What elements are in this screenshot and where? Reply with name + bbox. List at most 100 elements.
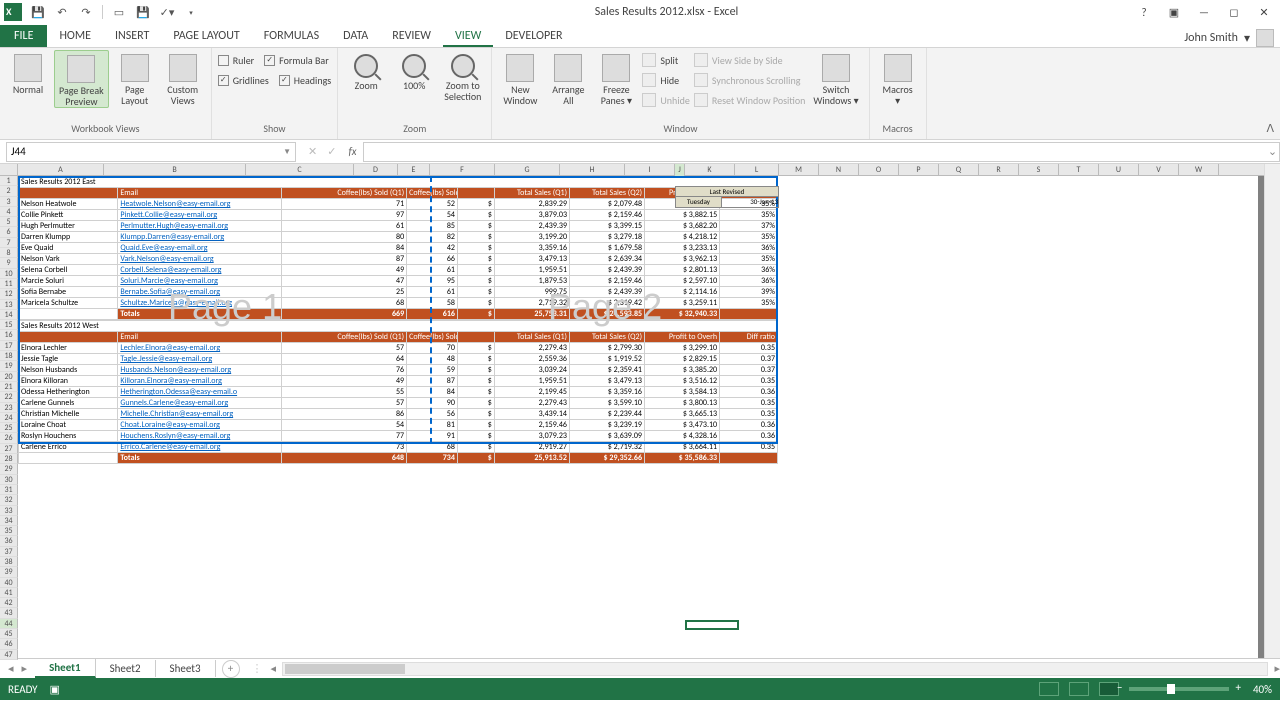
- column-header[interactable]: S: [1019, 164, 1059, 176]
- column-header[interactable]: E: [398, 164, 430, 176]
- hide-button[interactable]: Hide: [642, 70, 689, 90]
- column-header[interactable]: T: [1059, 164, 1099, 176]
- save-as-icon[interactable]: 💾: [135, 4, 151, 20]
- column-header[interactable]: U: [1099, 164, 1139, 176]
- vertical-scrollbar[interactable]: [1264, 164, 1280, 658]
- minimize-icon[interactable]: —: [1194, 2, 1214, 22]
- tab-file[interactable]: FILE: [0, 25, 47, 47]
- column-header[interactable]: M: [779, 164, 819, 176]
- column-header[interactable]: W: [1179, 164, 1219, 176]
- sheet-tab-1[interactable]: Sheet1: [35, 659, 96, 678]
- row-header[interactable]: 11: [0, 279, 18, 289]
- row-header[interactable]: 27: [0, 444, 18, 454]
- column-header[interactable]: K: [685, 164, 735, 176]
- zoom-to-selection-button[interactable]: Zoom toSelection: [440, 50, 485, 102]
- row-header[interactable]: 8: [0, 248, 18, 258]
- tab-data[interactable]: DATA: [331, 25, 380, 47]
- zoom-level[interactable]: 40%: [1253, 683, 1272, 696]
- row-header[interactable]: 18: [0, 351, 18, 361]
- close-icon[interactable]: ✕: [1254, 2, 1274, 22]
- expand-formula-icon[interactable]: ⌄: [1266, 142, 1280, 162]
- row-header[interactable]: 21: [0, 382, 18, 392]
- row-header[interactable]: 45: [0, 629, 18, 639]
- column-header[interactable]: V: [1139, 164, 1179, 176]
- macros-button[interactable]: Macros▾: [876, 50, 920, 106]
- row-header[interactable]: 16: [0, 330, 18, 340]
- side-by-side-button[interactable]: View Side by Side: [694, 50, 806, 70]
- data-table-east[interactable]: Sales Results 2012 EastEmailCoffee(lbs) …: [18, 176, 778, 320]
- sheet-prev-icon[interactable]: ◂: [8, 662, 14, 675]
- name-box[interactable]: J44▼: [6, 142, 296, 162]
- row-header[interactable]: 28: [0, 454, 18, 464]
- row-header[interactable]: 32: [0, 495, 18, 505]
- zoom-100-button[interactable]: 100%: [392, 50, 436, 91]
- row-header[interactable]: 12: [0, 289, 18, 299]
- column-header[interactable]: C: [246, 164, 354, 176]
- unhide-button[interactable]: Unhide: [642, 90, 689, 110]
- custom-views-button[interactable]: CustomViews: [161, 50, 205, 106]
- row-header[interactable]: 29: [0, 464, 18, 474]
- column-header[interactable]: I: [625, 164, 675, 176]
- sheet-next-icon[interactable]: ▸: [22, 662, 28, 675]
- maximize-icon[interactable]: ◻: [1224, 2, 1244, 22]
- row-header[interactable]: 25: [0, 423, 18, 433]
- row-header[interactable]: 40: [0, 578, 18, 588]
- cancel-formula-icon[interactable]: ✕: [308, 145, 317, 158]
- row-header[interactable]: 36: [0, 536, 18, 546]
- help-icon[interactable]: ?: [1134, 2, 1154, 22]
- collapse-ribbon-icon[interactable]: ᐱ: [1266, 122, 1274, 135]
- column-header[interactable]: P: [899, 164, 939, 176]
- ribbon-display-icon[interactable]: ▣: [1164, 2, 1184, 22]
- gridlines-checkbox[interactable]: ✓Gridlines: [218, 70, 269, 90]
- fx-icon[interactable]: fx: [348, 145, 356, 158]
- row-header[interactable]: 15: [0, 320, 18, 330]
- tab-review[interactable]: REVIEW: [380, 25, 443, 47]
- tab-home[interactable]: HOME: [47, 25, 103, 47]
- new-icon[interactable]: ▭: [111, 4, 127, 20]
- column-header[interactable]: R: [979, 164, 1019, 176]
- tab-formulas[interactable]: FORMULAS: [252, 25, 331, 47]
- row-header[interactable]: 26: [0, 433, 18, 443]
- row-header[interactable]: 5: [0, 217, 18, 227]
- spreadsheet-grid[interactable]: 1234567891011121314151617181920212223242…: [0, 164, 1280, 658]
- column-header[interactable]: N: [819, 164, 859, 176]
- row-header[interactable]: 33: [0, 506, 18, 516]
- macro-record-icon[interactable]: ▣: [50, 683, 60, 696]
- column-header[interactable]: J: [675, 164, 685, 176]
- user-label[interactable]: John Smith ▾: [1184, 29, 1274, 47]
- row-header[interactable]: 31: [0, 485, 18, 495]
- row-header[interactable]: 1: [0, 176, 18, 186]
- select-all-corner[interactable]: [0, 164, 18, 176]
- row-header[interactable]: 6: [0, 227, 18, 237]
- row-header[interactable]: 10: [0, 269, 18, 279]
- row-header[interactable]: 35: [0, 526, 18, 536]
- split-button[interactable]: Split: [642, 50, 689, 70]
- page-layout-button[interactable]: PageLayout: [113, 50, 157, 106]
- page-layout-view-icon[interactable]: [1069, 682, 1089, 696]
- sheet-tab-3[interactable]: Sheet3: [156, 660, 216, 677]
- normal-view-button[interactable]: Normal: [6, 50, 50, 95]
- headings-checkbox[interactable]: ✓Headings: [279, 70, 331, 90]
- ruler-checkbox[interactable]: Ruler: [218, 50, 254, 70]
- row-header[interactable]: 20: [0, 372, 18, 382]
- row-header[interactable]: 30: [0, 475, 18, 485]
- row-header[interactable]: 17: [0, 341, 18, 351]
- switch-windows-button[interactable]: SwitchWindows ▾: [809, 50, 862, 106]
- tab-page-layout[interactable]: PAGE LAYOUT: [161, 25, 251, 47]
- row-header[interactable]: 3: [0, 197, 18, 207]
- row-header[interactable]: 9: [0, 258, 18, 268]
- last-revised-box[interactable]: Last Revised Tuesday30-Jan-13: [675, 186, 779, 208]
- row-header[interactable]: 23: [0, 403, 18, 413]
- formula-bar-checkbox[interactable]: ✓Formula Bar: [264, 50, 329, 70]
- enter-formula-icon[interactable]: ✓: [327, 145, 336, 158]
- new-window-button[interactable]: NewWindow: [498, 50, 542, 106]
- row-header[interactable]: 13: [0, 300, 18, 310]
- selected-cell[interactable]: [685, 620, 739, 630]
- row-header[interactable]: 24: [0, 413, 18, 423]
- zoom-slider[interactable]: [1129, 687, 1229, 691]
- row-header[interactable]: 7: [0, 238, 18, 248]
- touch-mode-icon[interactable]: ✓▾: [159, 4, 175, 20]
- row-header[interactable]: 2: [0, 186, 18, 196]
- row-header[interactable]: 37: [0, 547, 18, 557]
- page-break-vertical[interactable]: [430, 176, 432, 444]
